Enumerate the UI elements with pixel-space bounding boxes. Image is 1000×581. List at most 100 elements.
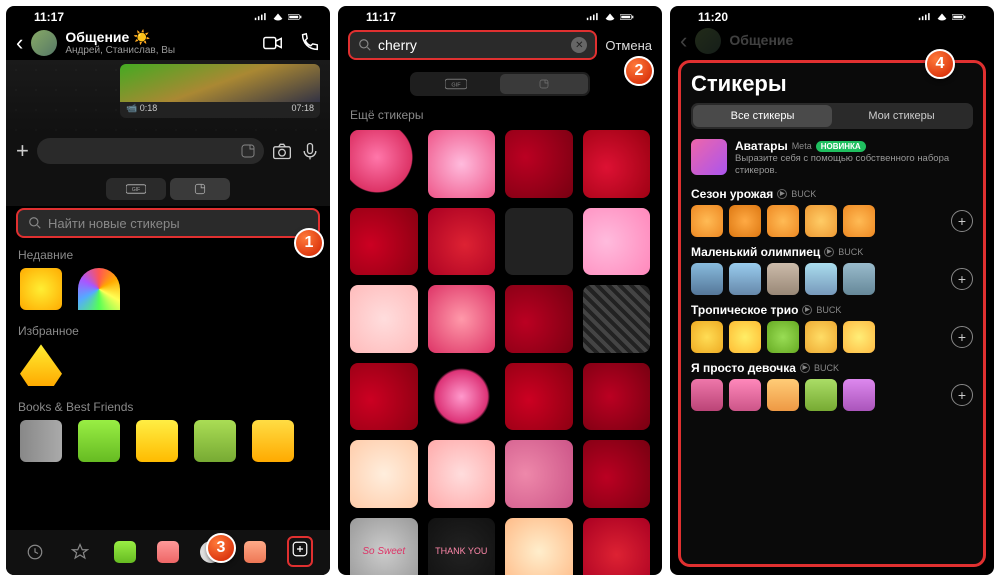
back-icon[interactable]: ‹ [16, 30, 23, 56]
sticker-item[interactable] [78, 420, 120, 462]
gif-tab[interactable]: GIF [106, 178, 166, 200]
pack-tab[interactable] [114, 541, 136, 563]
mic-icon[interactable] [300, 141, 320, 161]
sticker-result[interactable] [350, 363, 418, 431]
sticker-result[interactable] [583, 285, 651, 353]
sticker-result[interactable] [583, 440, 651, 508]
sticker-result[interactable] [428, 440, 496, 508]
all-stickers-tab[interactable]: Все стикеры [693, 105, 832, 127]
avatars-meta: Meta [792, 141, 812, 151]
sticker-preview[interactable] [729, 379, 761, 411]
my-stickers-tab[interactable]: Мои стикеры [832, 105, 971, 127]
sticker-result[interactable] [583, 208, 651, 276]
sticker-preview[interactable] [843, 321, 875, 353]
sticker-preview[interactable] [805, 205, 837, 237]
sticker-result[interactable] [505, 285, 573, 353]
sticker-tab[interactable] [170, 178, 230, 200]
add-pack-button[interactable]: + [951, 268, 973, 290]
sticker-item[interactable] [136, 420, 178, 462]
play-icon: ▶ [777, 189, 787, 199]
sticker-result[interactable] [505, 518, 573, 576]
sticker-preview[interactable] [729, 321, 761, 353]
pack-block: Сезон урожая ▶ BUCK + [691, 187, 973, 237]
sticker-item[interactable] [194, 420, 236, 462]
pack-tab[interactable] [244, 541, 266, 563]
sticker-preview[interactable] [767, 379, 799, 411]
sticker-preview[interactable] [729, 205, 761, 237]
sticker-preview[interactable] [767, 263, 799, 295]
pack-previews[interactable] [691, 263, 947, 295]
add-pack-button[interactable]: + [951, 210, 973, 232]
sticker-result[interactable] [350, 208, 418, 276]
sticker-result[interactable] [583, 363, 651, 431]
favorites-tab-icon[interactable] [68, 540, 92, 564]
sticker-preview[interactable] [843, 263, 875, 295]
video-message[interactable]: 📹 0:18 07:18 [120, 64, 320, 118]
sticker-item[interactable] [78, 268, 120, 310]
sticker-result[interactable] [505, 130, 573, 198]
message-input-bar: + [6, 132, 330, 170]
add-pack-button[interactable]: + [951, 326, 973, 348]
sticker-result[interactable] [583, 130, 651, 198]
sticker-result[interactable] [350, 130, 418, 198]
sticker-results-grid[interactable]: So Sweet THANK YOU [338, 126, 662, 575]
sticker-preview[interactable] [691, 379, 723, 411]
sticker-result[interactable] [428, 285, 496, 353]
sticker-preview[interactable] [843, 205, 875, 237]
sticker-in-input-icon[interactable] [240, 143, 256, 159]
audio-call-icon[interactable] [298, 32, 320, 54]
gif-tab[interactable]: GIF [412, 74, 500, 94]
sticker-result[interactable] [428, 208, 496, 276]
pack-header[interactable]: Сезон урожая ▶ BUCK [691, 187, 973, 201]
sticker-result[interactable] [428, 363, 496, 431]
sticker-preview[interactable] [767, 205, 799, 237]
recent-tab-icon[interactable] [23, 540, 47, 564]
chat-body[interactable]: 📹 0:18 07:18 [6, 60, 330, 132]
pack-previews[interactable] [691, 379, 947, 411]
sticker-preview[interactable] [805, 379, 837, 411]
cancel-button[interactable]: Отмена [605, 38, 652, 53]
sticker-preview[interactable] [729, 263, 761, 295]
chat-avatar[interactable] [31, 30, 57, 56]
sticker-preview[interactable] [805, 321, 837, 353]
pack-previews[interactable] [691, 321, 947, 353]
sticker-tab[interactable] [500, 74, 588, 94]
more-stickers-label: Ещё стикеры [338, 102, 662, 126]
sticker-result[interactable] [505, 208, 573, 276]
sticker-item[interactable] [20, 420, 62, 462]
pack-previews[interactable] [691, 205, 947, 237]
sticker-search-box[interactable]: Найти новые стикеры 1 [16, 208, 320, 238]
pack-header[interactable]: Я просто девочка ▶ BUCK [691, 361, 973, 375]
sticker-result[interactable] [350, 285, 418, 353]
add-sticker-pack-button[interactable] [287, 536, 313, 567]
sticker-item[interactable] [252, 420, 294, 462]
sticker-item[interactable] [20, 344, 62, 386]
camera-icon[interactable] [272, 141, 292, 161]
sticker-result[interactable]: THANK YOU [428, 518, 496, 576]
sticker-preview[interactable] [691, 321, 723, 353]
pack-header[interactable]: Тропическое трио ▶ BUCK [691, 303, 973, 317]
sticker-item[interactable] [20, 268, 62, 310]
message-input[interactable] [37, 138, 264, 164]
sticker-result[interactable] [428, 130, 496, 198]
sticker-preview[interactable] [805, 263, 837, 295]
avatars-promo[interactable]: Аватары Meta НОВИНКА Выразите себя с пом… [691, 139, 973, 177]
attach-button[interactable]: + [16, 138, 29, 164]
sticker-preview[interactable] [691, 205, 723, 237]
add-pack-button[interactable]: + [951, 384, 973, 406]
sticker-result[interactable] [505, 363, 573, 431]
chat-title-box[interactable]: Общение☀️ Андрей, Станислав, Вы [65, 30, 254, 56]
sticker-preview[interactable] [767, 321, 799, 353]
clear-search-icon[interactable]: ✕ [571, 37, 587, 53]
sticker-preview[interactable] [843, 379, 875, 411]
sticker-result[interactable]: So Sweet [350, 518, 418, 576]
pack-tab[interactable] [157, 541, 179, 563]
callout-2: 2 [624, 56, 654, 86]
sticker-result[interactable] [505, 440, 573, 508]
sticker-result[interactable] [583, 518, 651, 576]
sticker-result[interactable] [350, 440, 418, 508]
video-call-icon[interactable] [262, 32, 284, 54]
pack-header[interactable]: Маленький олимпиец ▶ BUCK [691, 245, 973, 259]
sticker-preview[interactable] [691, 263, 723, 295]
sticker-search-input[interactable]: cherry ✕ [348, 30, 597, 60]
